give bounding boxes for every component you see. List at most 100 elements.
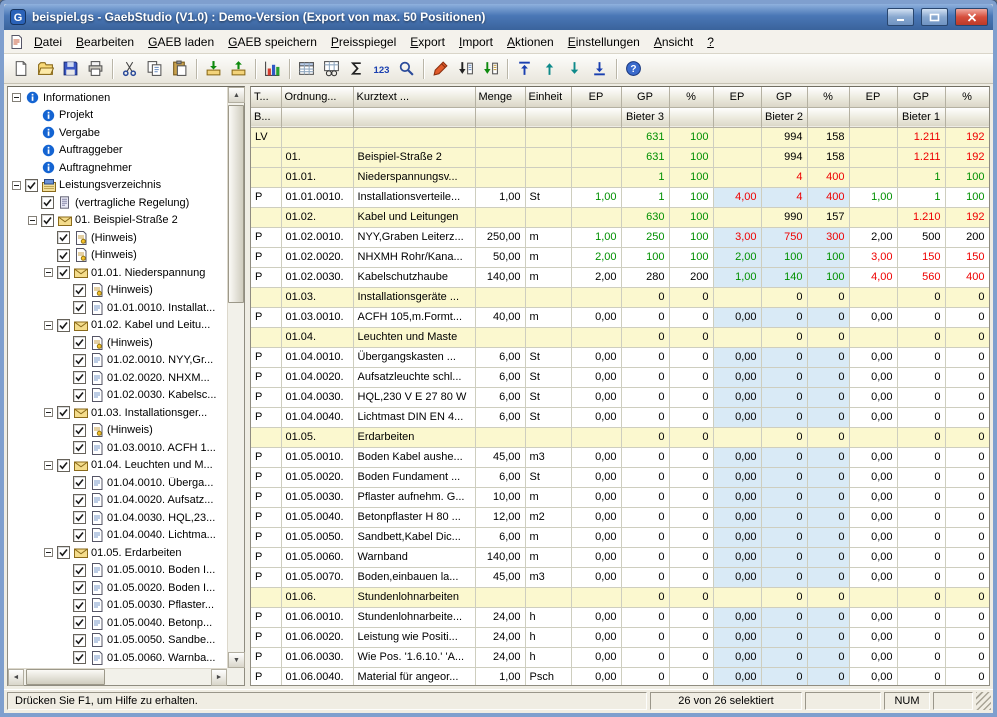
cell-ep-bieter3[interactable]: 0,00 — [571, 447, 621, 467]
subheader-empty-1[interactable] — [281, 107, 353, 127]
cell-pct-bieter3[interactable]: 0 — [669, 487, 713, 507]
cell-ordnungszahl[interactable]: 01.06.0020. — [281, 627, 353, 647]
cell-pct-bieter3[interactable]: 100 — [669, 167, 713, 187]
cell-gp-bieter2[interactable]: 0 — [761, 407, 807, 427]
cell-kurztext[interactable]: Leuchten und Maste — [353, 327, 475, 347]
cell-gp-bieter1[interactable]: 0 — [897, 307, 945, 327]
cell-ep-bieter1[interactable]: 3,00 — [849, 247, 897, 267]
tree-item-01-04-leuchten-und-m[interactable]: 01.04. Leuchten und M... — [8, 457, 227, 475]
cell-menge[interactable]: 45,00 — [475, 567, 525, 587]
cell-gp-bieter2[interactable]: 0 — [761, 607, 807, 627]
cell-einheit[interactable]: St — [525, 467, 571, 487]
cell-kurztext[interactable]: NYY,Graben Leiterz... — [353, 227, 475, 247]
cell-ordnungszahl[interactable] — [281, 127, 353, 147]
move-first-button[interactable] — [512, 56, 537, 81]
cell-einheit[interactable] — [525, 127, 571, 147]
cell-menge[interactable]: 10,00 — [475, 487, 525, 507]
cell-ep-bieter1[interactable] — [849, 287, 897, 307]
cell-ordnungszahl[interactable]: 01.06.0040. — [281, 667, 353, 686]
checkbox-checked[interactable] — [73, 389, 86, 402]
cell-ep-bieter3[interactable]: 0,00 — [571, 527, 621, 547]
cell-gp-bieter3[interactable]: 0 — [621, 567, 669, 587]
cell-ep-bieter2[interactable]: 0,00 — [713, 627, 761, 647]
price-comparison-button[interactable] — [260, 56, 285, 81]
gaeb-export-button[interactable] — [226, 56, 251, 81]
cell-pct-bieter3[interactable]: 0 — [669, 327, 713, 347]
checkbox-checked[interactable] — [73, 441, 86, 454]
cell-gp-bieter2[interactable]: 0 — [761, 547, 807, 567]
checkbox-checked[interactable] — [73, 301, 86, 314]
cell-ep-bieter1[interactable]: 0,00 — [849, 547, 897, 567]
cell-ep-bieter3[interactable]: 0,00 — [571, 487, 621, 507]
tree-item-informationen[interactable]: Informationen — [8, 89, 227, 107]
checkbox-checked[interactable] — [73, 371, 86, 384]
cell-pct-bieter3[interactable]: 100 — [669, 247, 713, 267]
cell-ep-bieter2[interactable] — [713, 127, 761, 147]
cell-ordnungszahl[interactable]: 01. — [281, 147, 353, 167]
cell-ep-bieter2[interactable] — [713, 427, 761, 447]
tree-item-01-01-0010-installat[interactable]: 01.01.0010. Installat... — [8, 299, 227, 317]
cell-gp-bieter3[interactable]: 631 — [621, 127, 669, 147]
column-header-gp-12[interactable]: GP — [897, 87, 945, 107]
cell-pct-bieter2[interactable]: 300 — [807, 227, 849, 247]
cell-ep-bieter2[interactable]: 0,00 — [713, 547, 761, 567]
cell-pct-bieter2[interactable]: 0 — [807, 467, 849, 487]
cell-pct-bieter3[interactable]: 0 — [669, 287, 713, 307]
table-report-button[interactable] — [319, 56, 344, 81]
cell-type[interactable]: P — [251, 547, 281, 567]
cell-pct-bieter2[interactable]: 0 — [807, 507, 849, 527]
cell-menge[interactable]: 45,00 — [475, 447, 525, 467]
cell-kurztext[interactable] — [353, 127, 475, 147]
cell-menge[interactable] — [475, 167, 525, 187]
cell-menge[interactable] — [475, 147, 525, 167]
cell-menge[interactable]: 6,00 — [475, 367, 525, 387]
cell-gp-bieter3[interactable]: 0 — [621, 387, 669, 407]
cell-pct-bieter1[interactable]: 192 — [945, 147, 989, 167]
print-button[interactable] — [83, 56, 108, 81]
cell-ep-bieter2[interactable]: 4,00 — [713, 187, 761, 207]
column-header-t-0[interactable]: T... — [251, 87, 281, 107]
cell-kurztext[interactable]: Pflaster aufnehm. G... — [353, 487, 475, 507]
h-scrollbar-track[interactable] — [24, 669, 211, 685]
tree-item-vertragliche-regelung[interactable]: (vertragliche Regelung) — [8, 194, 227, 212]
cell-kurztext[interactable]: HQL,230 V E 27 80 W — [353, 387, 475, 407]
cell-gp-bieter2[interactable]: 0 — [761, 467, 807, 487]
menu-item-gaeb-speichern[interactable]: GAEB speichern — [221, 32, 324, 52]
tree-item-01-05-0020-boden-i[interactable]: 01.05.0020. Boden I... — [8, 579, 227, 597]
cell-pct-bieter1[interactable]: 0 — [945, 607, 989, 627]
cell-pct-bieter3[interactable]: 0 — [669, 547, 713, 567]
cell-ep-bieter3[interactable]: 0,00 — [571, 367, 621, 387]
cell-ordnungszahl[interactable]: 01.02.0030. — [281, 267, 353, 287]
cell-type[interactable]: P — [251, 347, 281, 367]
cell-pct-bieter2[interactable]: 0 — [807, 667, 849, 686]
cell-ep-bieter3[interactable] — [571, 207, 621, 227]
cell-pct-bieter1[interactable]: 0 — [945, 427, 989, 447]
cell-einheit[interactable] — [525, 287, 571, 307]
collapse-expander-icon[interactable] — [44, 461, 53, 470]
cell-kurztext[interactable]: Sandbett,Kabel Dic... — [353, 527, 475, 547]
cell-ep-bieter1[interactable] — [849, 127, 897, 147]
collapse-expander-icon[interactable] — [12, 93, 21, 102]
cell-ep-bieter2[interactable] — [713, 287, 761, 307]
cell-type[interactable]: P — [251, 627, 281, 647]
cell-gp-bieter3[interactable]: 0 — [621, 307, 669, 327]
cell-gp-bieter3[interactable]: 0 — [621, 587, 669, 607]
cell-ep-bieter3[interactable]: 1,00 — [571, 187, 621, 207]
cell-ep-bieter2[interactable]: 0,00 — [713, 367, 761, 387]
cell-pct-bieter1[interactable]: 0 — [945, 467, 989, 487]
cell-gp-bieter3[interactable]: 0 — [621, 487, 669, 507]
checkbox-checked[interactable] — [57, 249, 70, 262]
cell-einheit[interactable]: m — [525, 267, 571, 287]
cell-type[interactable] — [251, 207, 281, 227]
cell-gp-bieter2[interactable]: 0 — [761, 327, 807, 347]
cell-gp-bieter2[interactable]: 990 — [761, 207, 807, 227]
cell-ep-bieter3[interactable] — [571, 587, 621, 607]
checkbox-checked[interactable] — [57, 266, 70, 279]
new-file-button[interactable] — [8, 56, 33, 81]
cell-ep-bieter2[interactable]: 0,00 — [713, 527, 761, 547]
cell-gp-bieter1[interactable]: 1 — [897, 187, 945, 207]
cell-ep-bieter1[interactable] — [849, 587, 897, 607]
cell-kurztext[interactable]: Niederspannungsv... — [353, 167, 475, 187]
cell-gp-bieter1[interactable]: 0 — [897, 347, 945, 367]
cell-einheit[interactable]: m — [525, 487, 571, 507]
